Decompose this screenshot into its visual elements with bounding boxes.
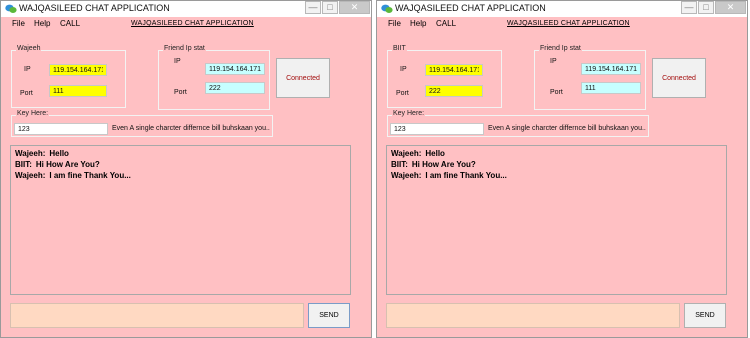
title-bar[interactable]: WAJQASILEED CHAT APPLICATION — □ ✕	[377, 1, 747, 17]
chat-bubbles-icon	[5, 4, 17, 13]
key-group: Key Here: Even A single charcter differn…	[11, 110, 273, 137]
key-input[interactable]	[14, 123, 108, 135]
local-group-label: Wajeeh	[16, 45, 42, 52]
title-bar[interactable]: WAJQASILEED CHAT APPLICATION — □ ✕	[1, 1, 371, 17]
key-label: Key Here:	[16, 110, 50, 117]
friend-ip-label: IP	[550, 58, 557, 65]
local-ip-label: IP	[400, 66, 407, 73]
chat-log[interactable]: Wajeeh: Hello BIIT: Hi How Are You? Wajeeh…	[10, 145, 351, 295]
menu-call[interactable]: CALL	[60, 19, 80, 28]
maximize-button[interactable]: □	[322, 1, 338, 14]
chat-log[interactable]: Wajeeh: Hello BIIT: Hi How Are You? Wajeeh…	[386, 145, 727, 295]
friend-ip-label: IP	[174, 58, 181, 65]
chat-message: BIIT: Hi How Are You?	[15, 159, 346, 170]
maximize-icon: □	[327, 2, 333, 12]
app-heading: WAJQASILEED CHAT APPLICATION	[507, 20, 630, 27]
close-icon: ✕	[726, 2, 735, 12]
friend-group-label: Friend Ip stat	[539, 45, 582, 52]
message-input[interactable]	[10, 303, 304, 328]
message-sender: BIIT:	[15, 160, 32, 169]
minimize-button[interactable]: —	[681, 1, 697, 14]
local-group-label: BIIT	[392, 45, 407, 52]
local-port-label: Port	[20, 90, 33, 97]
friend-connection-group: Friend Ip stat IP Port	[534, 45, 646, 110]
message-sender: Wajeeh:	[15, 149, 46, 158]
local-port-label: Port	[396, 90, 409, 97]
friend-port-input[interactable]	[581, 82, 641, 94]
menu-file[interactable]: File	[388, 19, 401, 28]
local-ip-input[interactable]	[425, 64, 483, 76]
message-text: Hi How Are You?	[411, 160, 476, 169]
message-text: Hello	[49, 149, 69, 158]
chat-window-biit: WAJQASILEED CHAT APPLICATION — □ ✕ File …	[376, 0, 748, 338]
chat-message: Wajeeh: Hello	[391, 148, 722, 159]
menu-help[interactable]: Help	[34, 19, 50, 28]
minimize-icon: —	[684, 2, 694, 12]
minimize-button[interactable]: —	[305, 1, 321, 14]
menu-call[interactable]: CALL	[436, 19, 456, 28]
connect-button[interactable]: Connected	[652, 58, 706, 98]
key-label: Key Here:	[392, 110, 426, 117]
menu-bar: File Help CALL WAJQASILEED CHAT APPLICAT…	[1, 17, 371, 31]
connect-button[interactable]: Connected	[276, 58, 330, 98]
local-port-input[interactable]	[49, 85, 107, 97]
message-sender: BIIT:	[391, 160, 408, 169]
chat-message: Wajeeh: I am fine Thank You...	[391, 170, 722, 181]
friend-ip-input[interactable]	[205, 63, 265, 75]
key-note: Even A single charcter differnce bill bu…	[488, 125, 646, 132]
message-input[interactable]	[386, 303, 680, 328]
key-group: Key Here: Even A single charcter differn…	[387, 110, 649, 137]
friend-port-label: Port	[174, 89, 187, 96]
maximize-icon: □	[703, 2, 709, 12]
window-title: WAJQASILEED CHAT APPLICATION	[395, 3, 546, 13]
chat-bubbles-icon	[381, 4, 393, 13]
message-sender: Wajeeh:	[391, 149, 422, 158]
app-heading: WAJQASILEED CHAT APPLICATION	[131, 20, 254, 27]
send-button[interactable]: SEND	[308, 303, 350, 328]
send-button[interactable]: SEND	[684, 303, 726, 328]
menu-file[interactable]: File	[12, 19, 25, 28]
minimize-icon: —	[308, 2, 318, 12]
friend-port-input[interactable]	[205, 82, 265, 94]
local-ip-input[interactable]	[49, 64, 107, 76]
close-button[interactable]: ✕	[715, 1, 746, 14]
chat-message: Wajeeh: Hello	[15, 148, 346, 159]
friend-port-label: Port	[550, 89, 563, 96]
window-title: WAJQASILEED CHAT APPLICATION	[19, 3, 170, 13]
close-button[interactable]: ✕	[339, 1, 370, 14]
local-ip-label: IP	[24, 66, 31, 73]
menu-help[interactable]: Help	[410, 19, 426, 28]
maximize-button[interactable]: □	[698, 1, 714, 14]
friend-group-label: Friend Ip stat	[163, 45, 206, 52]
message-text: Hi How Are You?	[35, 160, 100, 169]
close-icon: ✕	[350, 2, 359, 12]
key-input[interactable]	[390, 123, 484, 135]
message-sender: Wajeeh:	[391, 171, 422, 180]
menu-bar: File Help CALL WAJQASILEED CHAT APPLICAT…	[377, 17, 747, 31]
message-sender: Wajeeh:	[15, 171, 46, 180]
message-text: Hello	[425, 149, 445, 158]
message-text: I am fine Thank You...	[49, 171, 131, 180]
local-connection-group: Wajeeh IP Port	[11, 45, 126, 108]
chat-window-wajeeh: WAJQASILEED CHAT APPLICATION — □ ✕ File …	[0, 0, 372, 338]
local-connection-group: BIIT IP Port	[387, 45, 502, 108]
message-text: I am fine Thank You...	[425, 171, 507, 180]
friend-connection-group: Friend Ip stat IP Port	[158, 45, 270, 110]
chat-message: Wajeeh: I am fine Thank You...	[15, 170, 346, 181]
chat-message: BIIT: Hi How Are You?	[391, 159, 722, 170]
key-note: Even A single charcter differnce bill bu…	[112, 125, 270, 132]
local-port-input[interactable]	[425, 85, 483, 97]
friend-ip-input[interactable]	[581, 63, 641, 75]
